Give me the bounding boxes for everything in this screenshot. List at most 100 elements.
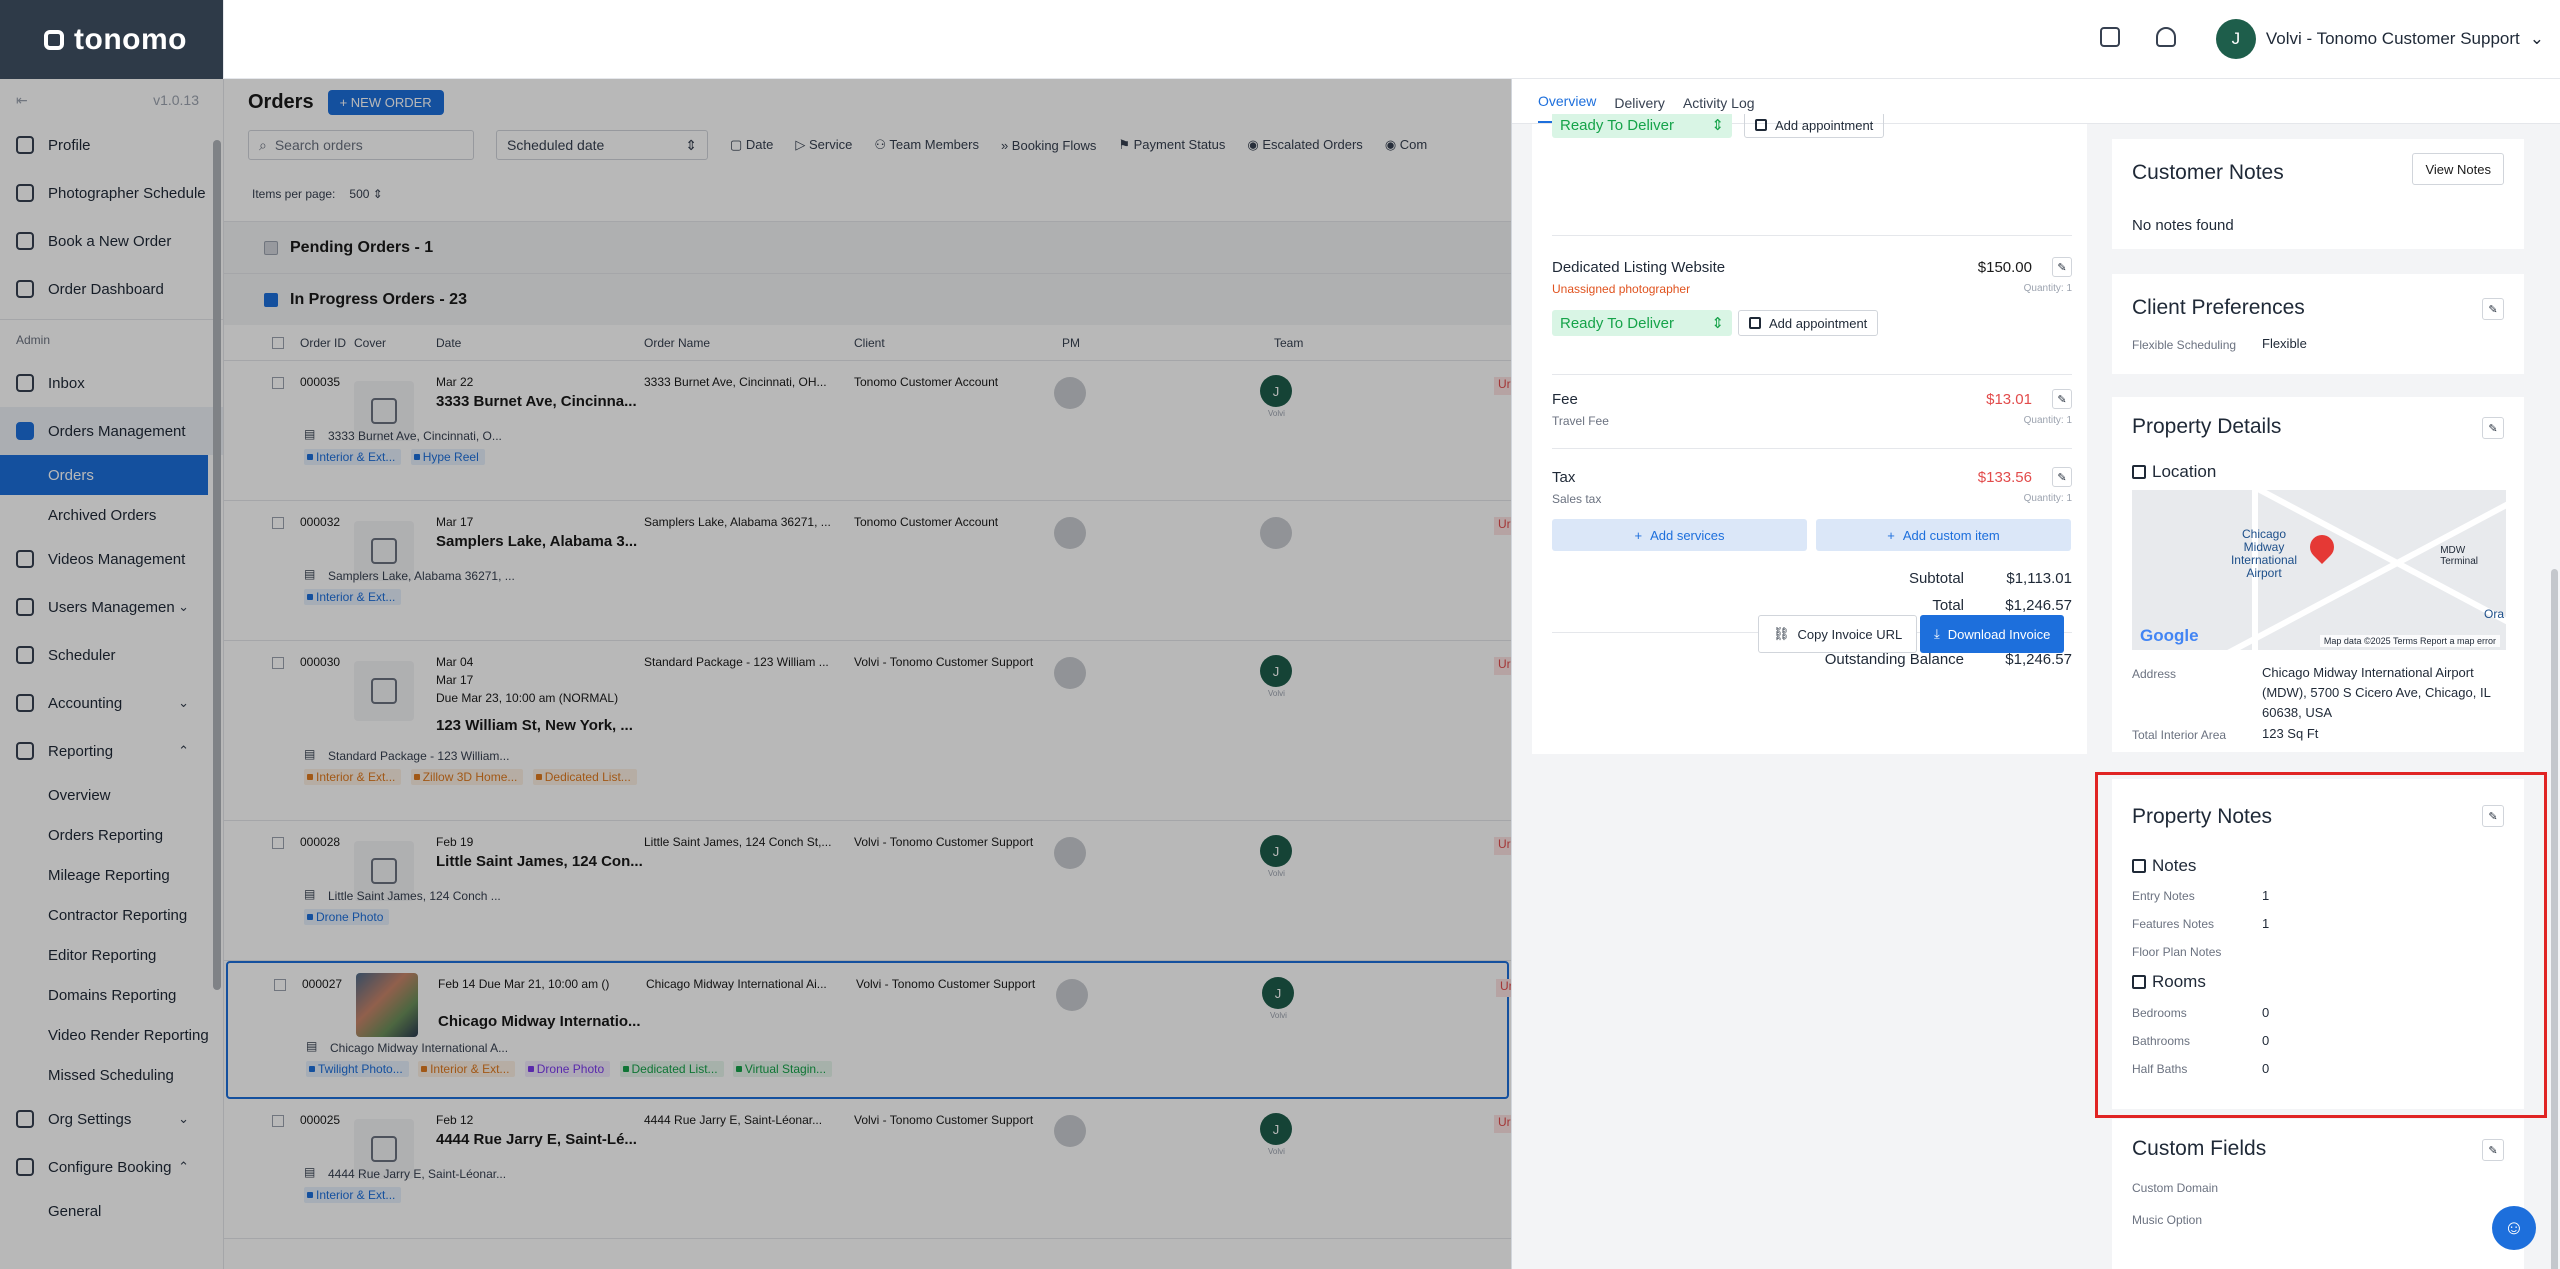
total-value: $1,246.57 <box>2005 597 2072 614</box>
half-baths-value: 0 <box>2262 1061 2270 1076</box>
line-item-actions: Ready To Deliver ⇕ Add appointment <box>1552 310 2072 336</box>
client-preferences-card: Client Preferences ✎ Flexible Scheduling… <box>2112 274 2524 374</box>
card-title: Client Preferences <box>2132 296 2305 319</box>
bell-icon[interactable] <box>2156 27 2176 47</box>
add-services-button[interactable]: + Add services <box>1552 519 1807 551</box>
add-appointment-button[interactable]: Add appointment <box>1744 114 1885 138</box>
pref-value: Flexible <box>2262 336 2307 351</box>
status-select[interactable]: Ready To Deliver ⇕ <box>1552 310 1732 336</box>
map-pin-icon <box>2305 530 2339 564</box>
line-item-qty: Quantity: 1 <box>2023 283 2072 294</box>
area-label: Total Interior Area <box>2132 728 2227 742</box>
divider <box>1552 448 2072 449</box>
line-item-price: $133.56 <box>1977 469 2032 486</box>
divider <box>1552 374 2072 375</box>
button-label: Add appointment <box>1769 315 1868 331</box>
orders-dim-overlay[interactable] <box>224 79 1511 1269</box>
line-item-dedicated-listing: Dedicated Listing Website Unassigned pho… <box>1552 257 2072 336</box>
subtotal-label: Subtotal <box>1908 570 1964 587</box>
custom-domain-label: Custom Domain <box>2132 1181 2219 1195</box>
pref-key: Flexible Scheduling <box>2132 338 2237 352</box>
line-item-tax: Tax Sales tax $133.56 Quantity: 1 ✎ <box>1552 467 2072 506</box>
total-label: Total <box>1932 597 1964 614</box>
add-appointment-button[interactable]: Add appointment <box>1738 310 1879 336</box>
custom-fields-card: Custom Fields ✎ Custom Domain Music Opti… <box>2112 1119 2524 1269</box>
user-name: Volvi - Tonomo Customer Support <box>2265 29 2520 48</box>
pencil-icon[interactable]: ✎ <box>2482 1139 2504 1161</box>
building-icon <box>2132 465 2146 479</box>
pencil-icon[interactable]: ✎ <box>2482 805 2504 827</box>
add-custom-item-button[interactable]: + Add custom item <box>1816 519 2071 551</box>
logo-text: tonomo <box>74 22 187 56</box>
notes-heading: Notes <box>2132 856 2196 876</box>
order-detail-drawer: Overview Delivery Activity Log Ready To … <box>1511 79 2560 1269</box>
customer-notes-card: Customer Notes View Notes No notes found <box>2112 139 2524 249</box>
property-details-card: Property Details ✎ Location Chicago Midw… <box>2112 397 2524 752</box>
line-item-qty: Quantity: 1 <box>2023 493 2072 504</box>
updown-icon: ⇕ <box>1711 315 1724 332</box>
button-label: Add appointment <box>1775 117 1874 133</box>
balance-label: Outstanding Balance <box>1824 651 1964 668</box>
subheading-text: Location <box>2152 462 2217 481</box>
pencil-icon[interactable]: ✎ <box>2052 257 2072 277</box>
pencil-icon[interactable]: ✎ <box>2482 417 2504 439</box>
location-map[interactable]: Chicago Midway International Airport MDW… <box>2132 490 2506 650</box>
invoice-card: Ready To Deliver ⇕ Add appointment Dedica… <box>1532 114 2087 674</box>
chat-support-button[interactable]: ☺ <box>2492 1206 2536 1250</box>
line-item-sub: Unassigned photographer <box>1552 282 1691 296</box>
half-baths-label: Half Baths <box>2132 1062 2188 1076</box>
status-select-value: Ready To Deliver <box>1560 314 1674 332</box>
notes-icon <box>2132 859 2146 873</box>
download-icon: ⤓ <box>1934 626 1940 641</box>
location-heading: Location <box>2132 462 2216 482</box>
empty-notes-text: No notes found <box>2132 217 2234 234</box>
scrolled-line-item: Ready To Deliver ⇕ Add appointment <box>1552 114 2072 140</box>
view-notes-button[interactable]: View Notes <box>2412 153 2504 185</box>
status-select[interactable]: Ready To Deliver ⇕ <box>1552 114 1732 138</box>
plus-icon: + <box>1634 527 1643 543</box>
address-value: Chicago Midway International Airport (MD… <box>2262 665 2491 720</box>
bathrooms-value: 0 <box>2262 1033 2270 1048</box>
status-select-value: Ready To Deliver <box>1560 116 1674 134</box>
line-item-price: $13.01 <box>1986 391 2032 408</box>
gift-icon[interactable] <box>2100 27 2120 47</box>
plus-icon: + <box>1887 527 1895 543</box>
chevron-down-icon: ⌄ <box>2529 29 2544 48</box>
pencil-icon[interactable]: ✎ <box>2052 467 2072 487</box>
map-data-credit: Map data ©2025 <box>2323 636 2391 646</box>
balance-value: $1,246.57 <box>2005 651 2072 668</box>
line-item-qty: Quantity: 1 <box>2023 415 2072 426</box>
copy-invoice-url-button[interactable]: ⛓ Copy Invoice URL <box>1758 615 1918 653</box>
map-place-label: Chicago Midway International Airport <box>2230 527 2298 580</box>
button-label: Add services <box>1650 527 1725 543</box>
card-title: Custom Fields <box>2132 1137 2267 1160</box>
map-terminal-label: MDW Terminal <box>2440 545 2478 567</box>
download-invoice-button[interactable]: ⤓ Download Invoice <box>1920 615 2065 653</box>
entry-notes-label: Entry Notes <box>2132 889 2195 903</box>
pencil-icon[interactable]: ✎ <box>2052 389 2072 409</box>
features-notes-value: 1 <box>2262 916 2270 931</box>
bedrooms-value: 0 <box>2262 1005 2270 1020</box>
top-header: J Volvi - Tonomo Customer Support ⌄ <box>224 0 2560 79</box>
avatar: J <box>2215 19 2256 59</box>
chat-icon: ☺ <box>2503 1216 2525 1239</box>
pencil-icon[interactable]: ✎ <box>2482 298 2504 320</box>
features-notes-label: Features Notes <box>2132 917 2215 931</box>
map-brand: Google <box>2140 626 2199 645</box>
tonomo-logo-icon <box>44 29 64 50</box>
card-title: Property Details <box>2132 415 2282 438</box>
user-menu[interactable]: J Volvi - Tonomo Customer Support ⌄ <box>2215 19 2544 59</box>
sidebar-dim-overlay <box>0 79 224 1269</box>
area-value: 123 Sq Ft <box>2262 726 2319 741</box>
map-terms-link[interactable]: Terms <box>2393 636 2418 646</box>
logo[interactable]: tonomo <box>0 0 223 79</box>
entry-notes-value: 1 <box>2262 888 2270 903</box>
map-report-link[interactable]: Report a map error <box>2420 636 2496 646</box>
drawer-scrollbar[interactable] <box>2551 569 2558 1269</box>
bedrooms-label: Bedrooms <box>2132 1006 2187 1020</box>
subtotal-value: $1,113.01 <box>2006 570 2072 587</box>
map-attribution: Map data ©2025 Terms Report a map error <box>2319 635 2500 647</box>
floor-plan-notes-label: Floor Plan Notes <box>2132 945 2222 959</box>
calendar-icon <box>1755 119 1767 131</box>
updown-icon: ⇕ <box>1711 117 1724 134</box>
